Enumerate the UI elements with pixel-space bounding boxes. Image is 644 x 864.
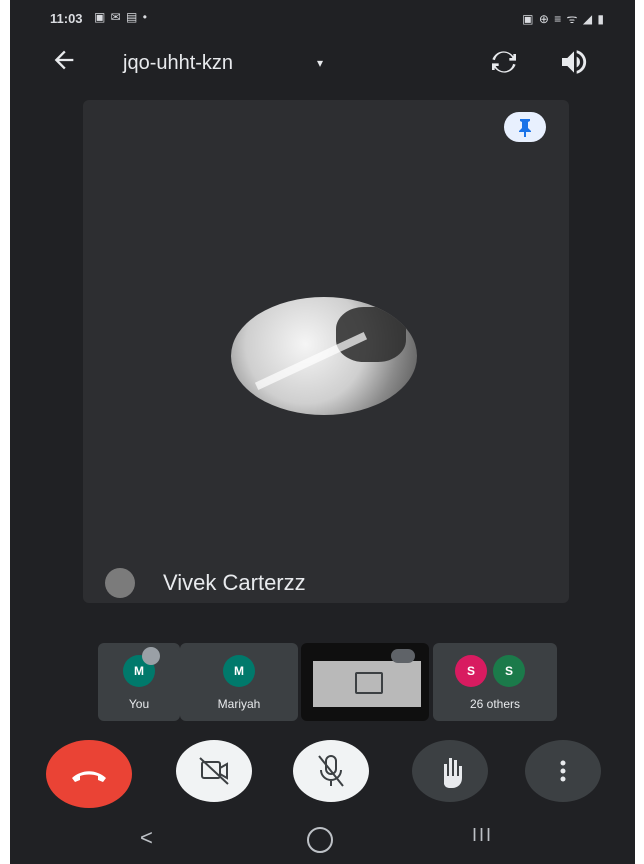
participant-name: Vivek Carterzz	[163, 570, 306, 595]
participant-label: You	[128, 697, 150, 711]
camera-off-icon	[199, 757, 229, 785]
system-navigation-bar: < III	[10, 815, 635, 864]
dropdown-icon[interactable]: ▾	[317, 56, 323, 70]
raise-hand-button[interactable]	[412, 740, 488, 802]
nav-recents-button[interactable]: III	[472, 825, 493, 846]
indicator	[391, 649, 415, 663]
status-bar: 11:03 ▣ ✉ ▤ • ▣ ⊕ ≡ ᯤ ◢ ▮	[10, 0, 635, 38]
arrow-back-icon[interactable]	[50, 46, 80, 76]
participant-tile-you[interactable]: M You	[98, 643, 180, 721]
nav-back-button[interactable]: <	[140, 825, 153, 851]
participant-label: Mariyah	[217, 697, 261, 711]
avatar: M	[223, 655, 255, 687]
avatar: S	[493, 655, 525, 687]
call-header: jqo-uhht-kzn ▾	[10, 38, 635, 88]
meet-call-screen: 11:03 ▣ ✉ ▤ • ▣ ⊕ ≡ ᯤ ◢ ▮ jqo-uhht-kzn ▾…	[10, 0, 635, 864]
volume-icon[interactable]	[558, 46, 590, 78]
more-options-button[interactable]	[525, 740, 601, 802]
call-controls	[10, 730, 635, 810]
name-avatar	[105, 568, 135, 598]
hand-icon	[444, 758, 462, 788]
notification-icons: ▣ ✉ ▤ •	[94, 10, 148, 24]
presentation-preview	[313, 661, 421, 707]
system-status-icons: ▣ ⊕ ≡ ᯤ ◢ ▮	[522, 12, 605, 26]
mic-off-button[interactable]	[293, 740, 369, 802]
participant-tile-others[interactable]: S S 26 others	[433, 643, 557, 721]
switch-camera-icon[interactable]	[488, 46, 520, 78]
presentation-tile[interactable]	[301, 643, 429, 721]
nav-home-button[interactable]	[307, 827, 333, 853]
avatar-overlay	[142, 647, 160, 665]
camera-off-button[interactable]	[176, 740, 252, 802]
participant-avatar	[231, 297, 417, 415]
present-screen-icon	[355, 672, 383, 694]
pin-icon[interactable]	[504, 112, 546, 142]
status-time: 11:03	[50, 11, 83, 26]
avatar: S	[455, 655, 487, 687]
end-call-button[interactable]	[46, 740, 132, 808]
more-vert-icon	[560, 760, 566, 782]
meeting-code[interactable]: jqo-uhht-kzn	[123, 52, 233, 75]
participant-label: 26 others	[469, 697, 521, 711]
participant-tile-mariyah[interactable]: M Mariyah	[180, 643, 298, 721]
mic-off-icon	[318, 755, 344, 787]
